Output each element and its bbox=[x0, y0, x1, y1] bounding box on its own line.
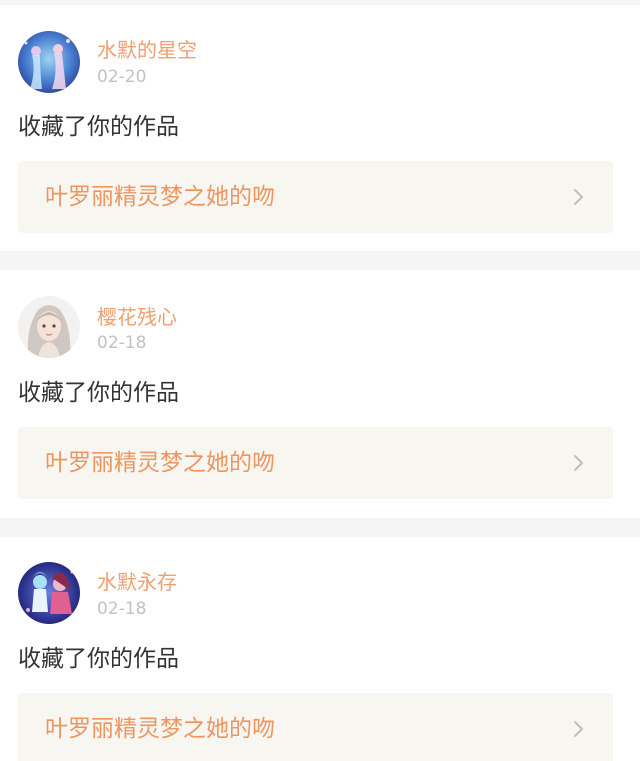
chevron-right-icon bbox=[574, 455, 583, 471]
user-avatar[interactable] bbox=[18, 296, 80, 358]
chevron-right-icon bbox=[574, 721, 583, 737]
user-avatar[interactable] bbox=[18, 562, 80, 624]
action-text: 收藏了你的作品 bbox=[18, 380, 179, 406]
dancing-couple-avatar-icon bbox=[18, 562, 80, 624]
action-text: 收藏了你的作品 bbox=[18, 646, 179, 672]
username[interactable]: 樱花残心 bbox=[97, 304, 177, 330]
username[interactable]: 水默的星空 bbox=[97, 37, 197, 63]
timestamp: 02-18 bbox=[97, 599, 147, 619]
work-title: 叶罗丽精灵梦之她的吻 bbox=[45, 450, 275, 476]
work-link[interactable]: 叶罗丽精灵梦之她的吻 bbox=[18, 427, 613, 499]
notification-card: 水默永存 02-18 收藏了你的作品 叶罗丽精灵梦之她的吻 bbox=[0, 537, 640, 761]
work-link[interactable]: 叶罗丽精灵梦之她的吻 bbox=[18, 693, 613, 761]
work-link[interactable]: 叶罗丽精灵梦之她的吻 bbox=[18, 161, 613, 233]
fairy-avatar-icon bbox=[18, 31, 80, 93]
notification-feed: 水默的星空 02-20 收藏了你的作品 叶罗丽精灵梦之她的吻 樱花残心 02-1… bbox=[0, 0, 640, 761]
chevron-right-icon bbox=[574, 189, 583, 205]
username[interactable]: 水默永存 bbox=[97, 569, 177, 595]
action-text: 收藏了你的作品 bbox=[18, 114, 179, 140]
work-title: 叶罗丽精灵梦之她的吻 bbox=[45, 184, 275, 210]
timestamp: 02-20 bbox=[97, 67, 147, 87]
timestamp: 02-18 bbox=[97, 333, 147, 353]
user-avatar[interactable] bbox=[18, 31, 80, 93]
doll-avatar-icon bbox=[18, 296, 80, 358]
notification-card: 樱花残心 02-18 收藏了你的作品 叶罗丽精灵梦之她的吻 bbox=[0, 270, 640, 518]
notification-card: 水默的星空 02-20 收藏了你的作品 叶罗丽精灵梦之她的吻 bbox=[0, 5, 640, 251]
work-title: 叶罗丽精灵梦之她的吻 bbox=[45, 716, 275, 742]
